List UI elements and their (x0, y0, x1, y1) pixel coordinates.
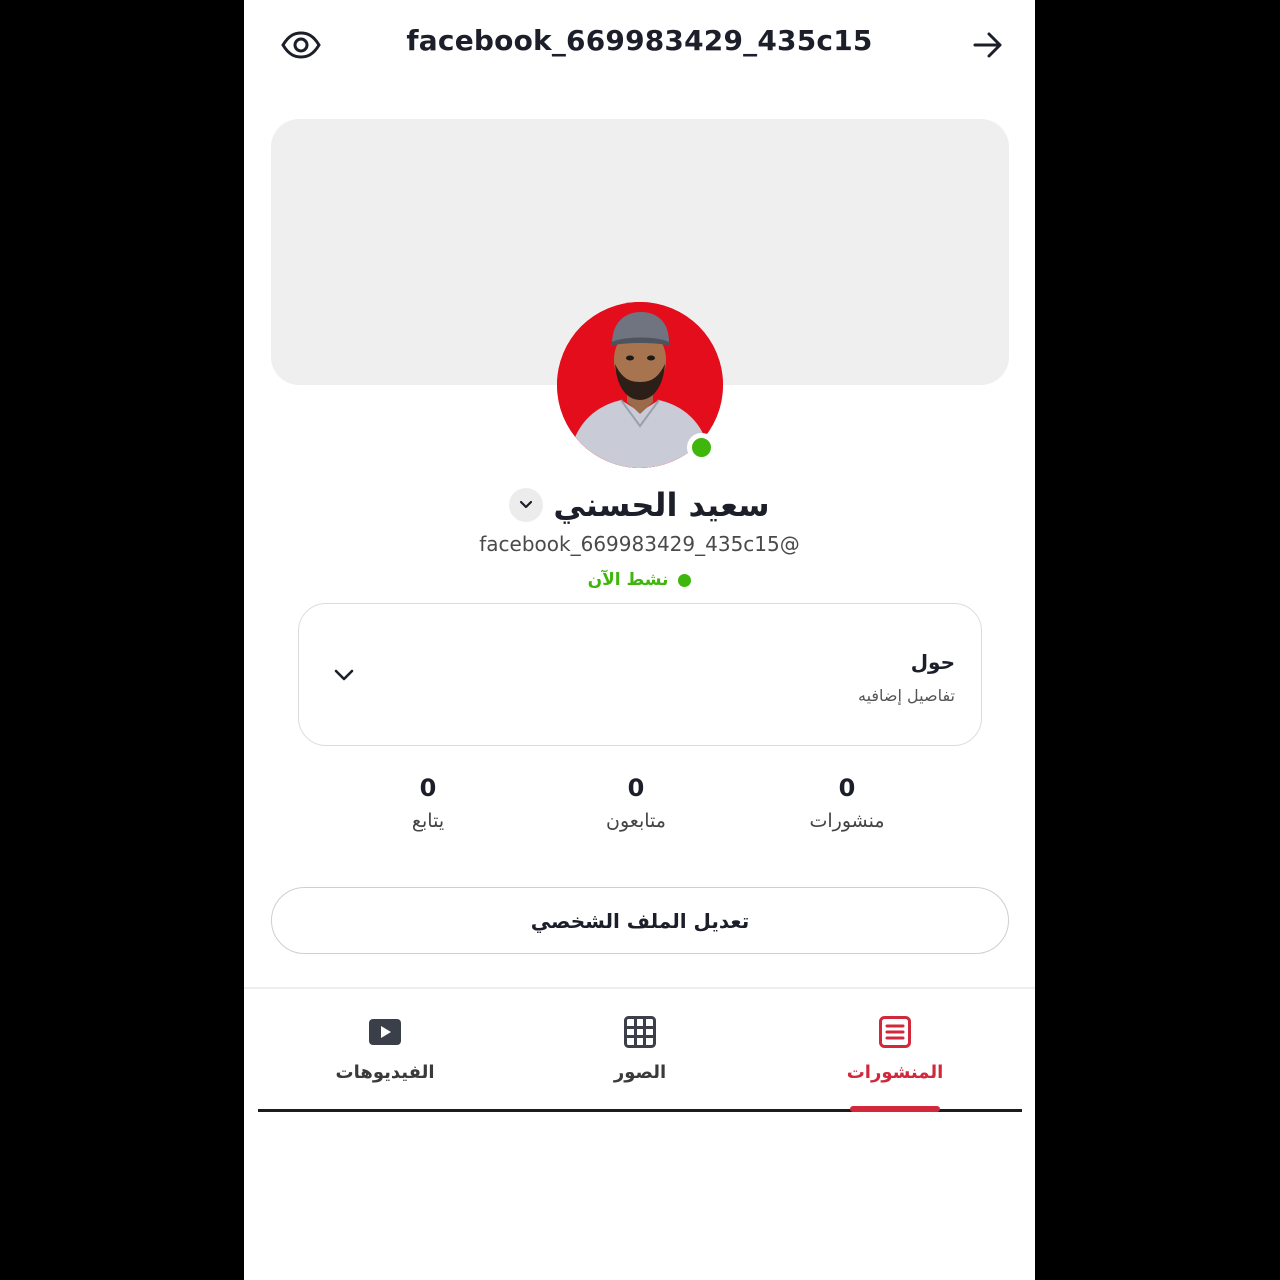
chevron-down-icon[interactable] (509, 488, 544, 522)
status-dot-icon (678, 573, 692, 587)
posts-icon (875, 1012, 915, 1052)
active-tab-indicator (850, 1106, 940, 1112)
page-title: facebook_669983429_435c15 (406, 24, 873, 57)
tab-photos[interactable]: الصور (550, 1012, 730, 1110)
stat-label: منشورات (809, 810, 885, 832)
profile-handle: facebook_669983429_435c15@ (479, 532, 800, 556)
stat-label: متابعون (606, 810, 666, 832)
status-text: نشط الآن (587, 570, 669, 590)
stat-following[interactable]: 0 يتابع (348, 774, 508, 832)
tab-label: الصور (613, 1062, 667, 1083)
stat-label: يتابع (411, 810, 445, 832)
edit-profile-button[interactable]: تعديل الملف الشخصي (271, 887, 1009, 954)
avatar[interactable] (557, 302, 723, 468)
divider (244, 987, 1035, 989)
tab-label: الفيديوهات (335, 1062, 435, 1083)
arrow-right-icon[interactable] (969, 26, 1007, 64)
about-title: حول (910, 650, 955, 674)
edit-profile-label: تعديل الملف الشخصي (530, 908, 750, 933)
eye-icon[interactable] (280, 28, 322, 62)
stat-posts[interactable]: 0 منشورات (767, 774, 927, 832)
tab-label: المنشورات (846, 1062, 944, 1083)
profile-name: سعيد الحسني (553, 486, 770, 524)
stat-value: 0 (627, 774, 645, 802)
profile-screen: facebook_669983429_435c15 سعيد الحسني fa… (244, 0, 1035, 1280)
about-section[interactable]: حول تفاصيل إضافيه (298, 603, 982, 746)
grid-icon (620, 1012, 660, 1052)
tab-videos[interactable]: الفيديوهات (295, 1012, 475, 1110)
video-icon (365, 1012, 405, 1052)
about-subtitle: تفاصيل إضافيه (858, 686, 955, 705)
stat-value: 0 (419, 774, 437, 802)
name-row: سعيد الحسني (244, 486, 1035, 524)
online-indicator (687, 433, 716, 462)
stat-value: 0 (838, 774, 856, 802)
stat-followers[interactable]: 0 متابعون (556, 774, 716, 832)
online-status: نشط الآن (244, 570, 1035, 590)
tab-posts[interactable]: المنشورات (805, 1012, 985, 1110)
chevron-down-icon[interactable] (331, 662, 357, 688)
